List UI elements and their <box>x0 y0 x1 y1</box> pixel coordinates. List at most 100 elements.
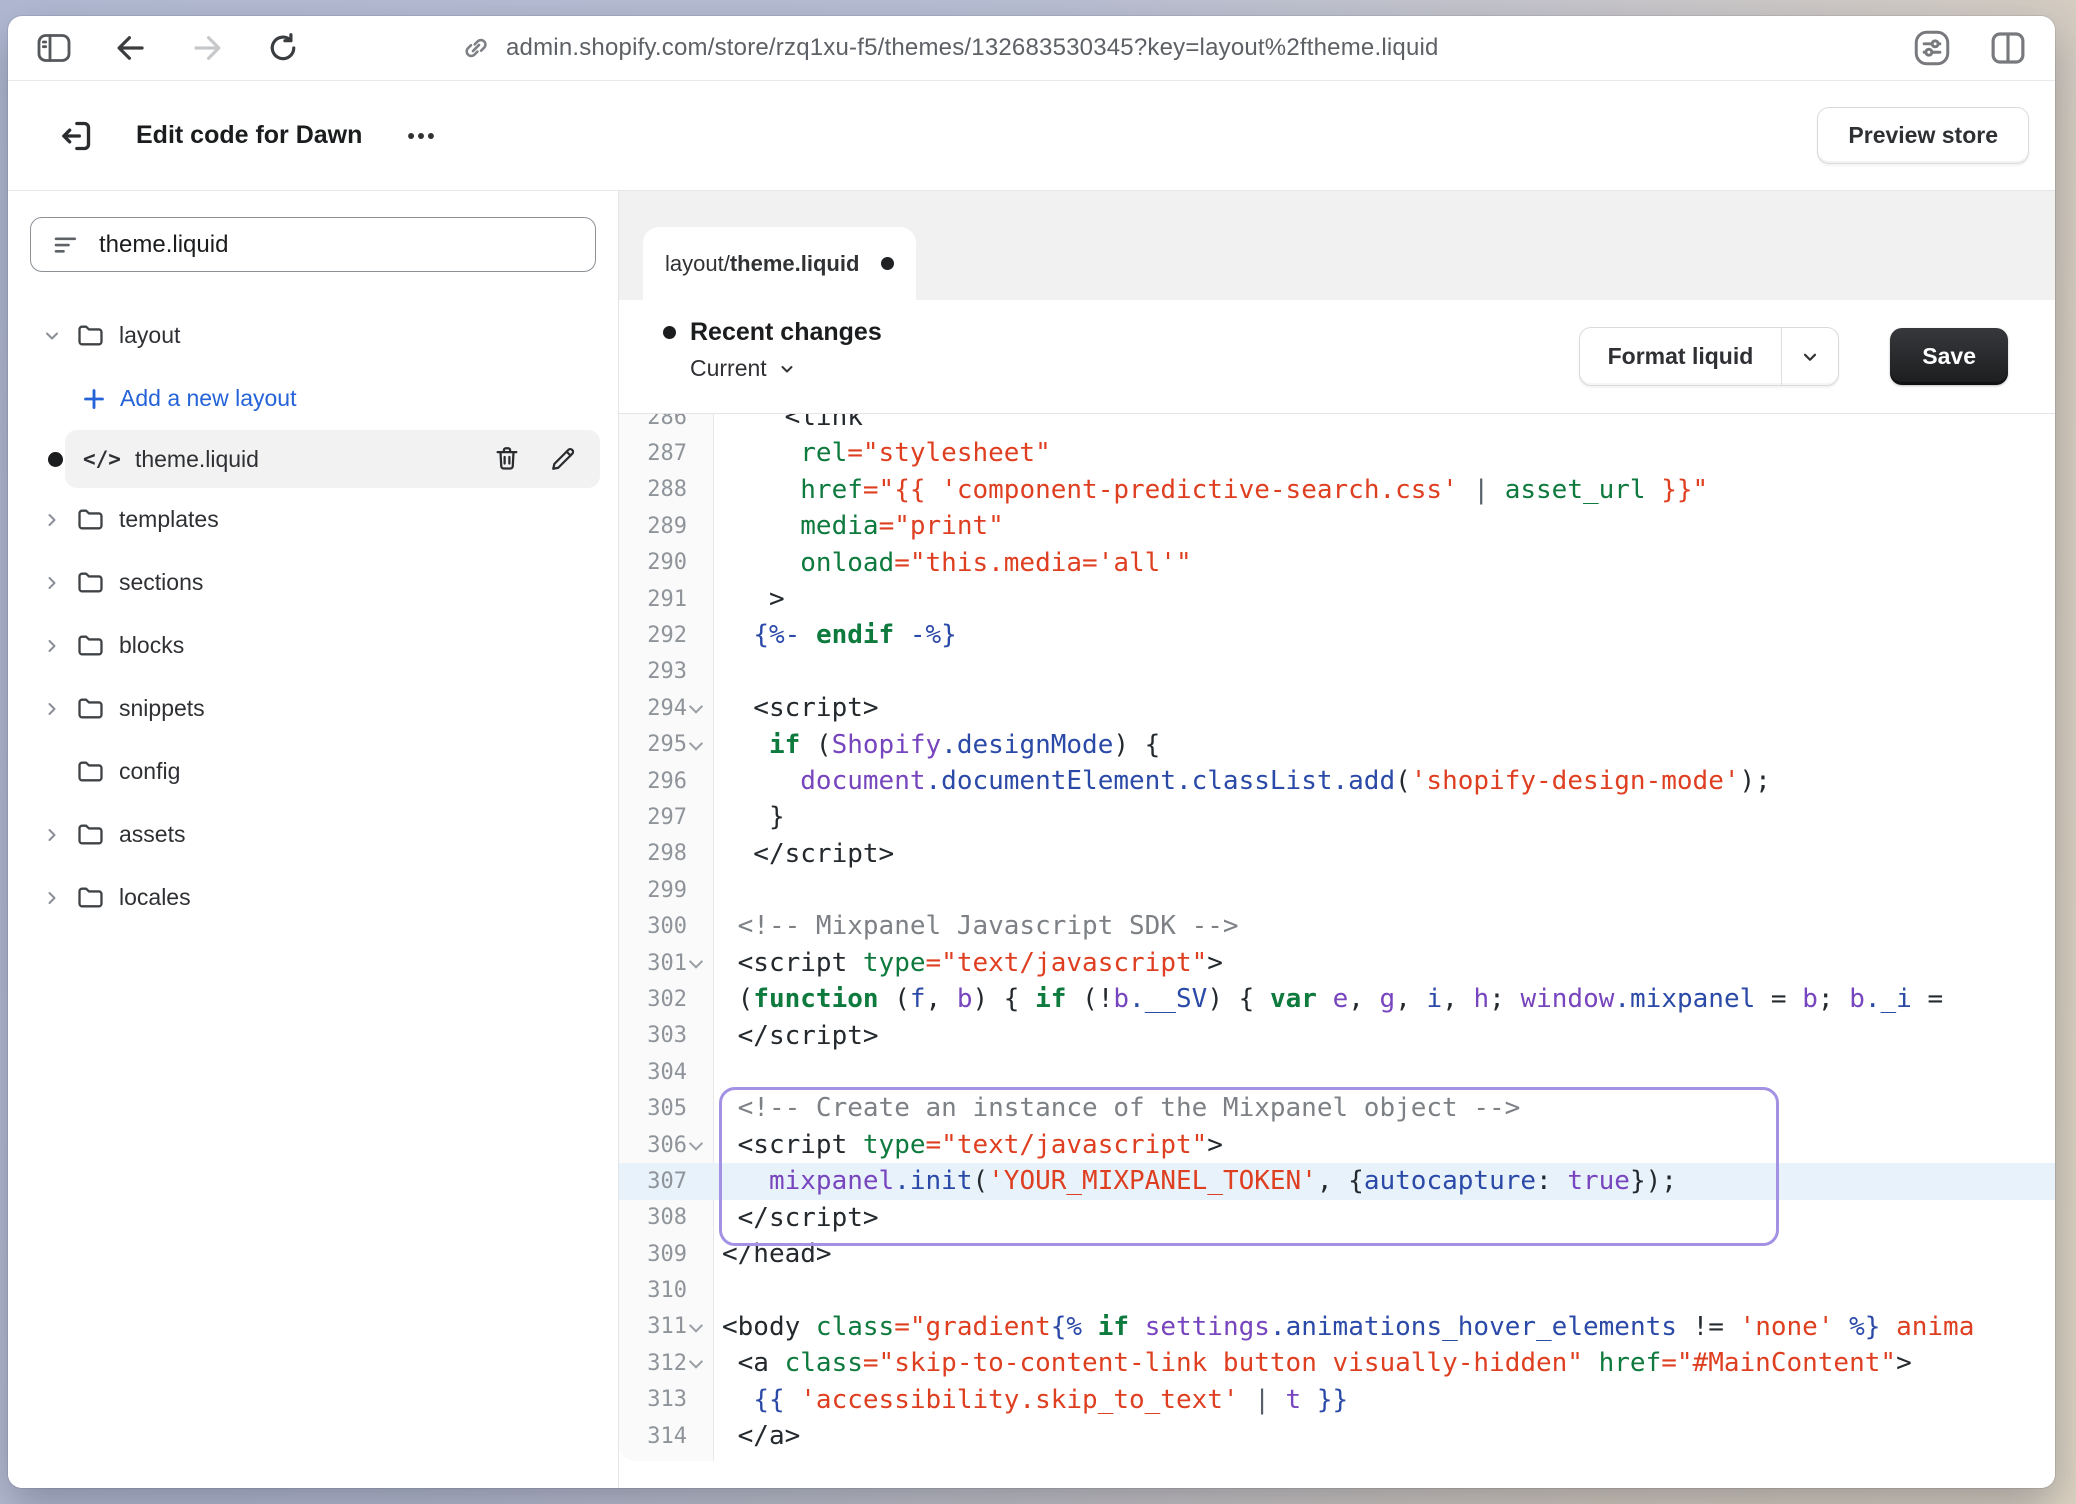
format-liquid-button[interactable]: Format liquid <box>1579 327 1840 386</box>
sidebar-folder-blocks[interactable]: blocks <box>8 614 618 677</box>
fold-toggle <box>687 590 705 608</box>
code-text[interactable]: </script> <box>714 1018 879 1054</box>
code-line-308[interactable]: 308 </script> <box>619 1200 2055 1236</box>
action-label: Add a new layout <box>120 385 296 412</box>
code-line-287[interactable]: 287 rel="stylesheet" <box>619 435 2055 471</box>
code-line-300[interactable]: 300 <!-- Mixpanel Javascript SDK --> <box>619 908 2055 944</box>
code-text[interactable]: <body class="gradient{% if settings.anim… <box>714 1309 1974 1345</box>
code-line-309[interactable]: 309</head> <box>619 1236 2055 1272</box>
code-text[interactable]: </script> <box>714 1200 879 1236</box>
code-line-290[interactable]: 290 onload="this.media='all'" <box>619 545 2055 581</box>
folder-label: snippets <box>119 695 205 722</box>
line-number: 297 <box>647 805 687 830</box>
extensions-icon[interactable] <box>1911 27 1953 69</box>
code-line-307[interactable]: 307 mixpanel.init('YOUR_MIXPANEL_TOKEN',… <box>619 1163 2055 1199</box>
code-line-286[interactable]: 286 <link <box>619 414 2055 435</box>
code-editor: layout/theme.liquid Recent changes Curre… <box>619 191 2055 1488</box>
code-text[interactable]: <link <box>714 414 863 435</box>
split-view-icon[interactable] <box>1987 27 2029 69</box>
fold-toggle[interactable] <box>687 1354 705 1372</box>
code-line-294[interactable]: 294 <script> <box>619 690 2055 726</box>
fold-toggle[interactable] <box>687 699 705 717</box>
tab-theme-liquid[interactable]: layout/theme.liquid <box>643 227 916 300</box>
file-search-box[interactable] <box>30 217 596 272</box>
sidebar-file-theme-liquid[interactable]: </>theme.liquid <box>8 430 618 488</box>
sidebar-folder-sections[interactable]: sections <box>8 551 618 614</box>
code-line-313[interactable]: 313 {{ 'accessibility.skip_to_text' | t … <box>619 1382 2055 1418</box>
code-text[interactable]: {%- endif -%} <box>714 617 957 653</box>
sidebar-folder-layout[interactable]: layout <box>8 304 618 367</box>
folder-label: templates <box>119 506 219 533</box>
code-line-302[interactable]: 302 (function (f, b) { if (!b.__SV) { va… <box>619 981 2055 1017</box>
code-line-295[interactable]: 295 if (Shopify.designMode) { <box>619 727 2055 763</box>
code-text[interactable]: rel="stylesheet" <box>714 435 1051 471</box>
version-dropdown[interactable]: Current <box>690 355 882 382</box>
code-text[interactable]: > <box>714 581 785 617</box>
format-liquid-caret[interactable] <box>1781 328 1838 385</box>
code-line-289[interactable]: 289 media="print" <box>619 508 2055 544</box>
code-line-301[interactable]: 301 <script type="text/javascript"> <box>619 945 2055 981</box>
overflow-menu-icon[interactable] <box>404 119 438 153</box>
code-text[interactable]: onload="this.media='all'" <box>714 545 1192 581</box>
exit-editor-icon[interactable] <box>56 116 96 156</box>
code-text[interactable]: href="{{ 'component-predictive-search.cs… <box>714 472 1708 508</box>
code-text[interactable]: } <box>714 799 785 835</box>
selected-file-pill[interactable]: </>theme.liquid <box>65 430 600 488</box>
forward-icon[interactable] <box>188 29 226 67</box>
code-line-303[interactable]: 303 </script> <box>619 1018 2055 1054</box>
fold-toggle[interactable] <box>687 736 705 754</box>
code-text[interactable]: <script> <box>714 690 879 726</box>
code-line-304[interactable]: 304 <box>619 1054 2055 1090</box>
sidebar-folder-snippets[interactable]: snippets <box>8 677 618 740</box>
code-line-299[interactable]: 299 <box>619 872 2055 908</box>
code-text[interactable]: <!-- Mixpanel Javascript SDK --> <box>714 908 1239 944</box>
code-line-297[interactable]: 297 } <box>619 799 2055 835</box>
sidebar-folder-templates[interactable]: templates <box>8 488 618 551</box>
line-number: 312 <box>647 1351 687 1376</box>
code-text[interactable]: </head> <box>714 1236 832 1272</box>
code-text[interactable]: </a> <box>714 1418 800 1454</box>
save-button[interactable]: Save <box>1890 328 2008 385</box>
preview-store-button[interactable]: Preview store <box>1817 107 2029 164</box>
code-area[interactable]: 286 <link287 rel="stylesheet"288 href="{… <box>619 414 2055 1488</box>
code-line-305[interactable]: 305 <!-- Create an instance of the Mixpa… <box>619 1090 2055 1126</box>
rename-file-button[interactable] <box>548 444 578 474</box>
fold-toggle[interactable] <box>687 954 705 972</box>
fold-chevron-icon <box>689 1355 703 1369</box>
code-text[interactable]: <a class="skip-to-content-link button vi… <box>714 1345 1912 1381</box>
code-line-311[interactable]: 311<body class="gradient{% if settings.a… <box>619 1309 2055 1345</box>
sidebar-folder-locales[interactable]: locales <box>8 866 618 929</box>
code-line-312[interactable]: 312 <a class="skip-to-content-link butto… <box>619 1345 2055 1381</box>
code-text[interactable]: {{ 'accessibility.skip_to_text' | t }} <box>714 1382 1348 1418</box>
code-text[interactable]: if (Shopify.designMode) { <box>714 727 1160 763</box>
code-text[interactable]: <!-- Create an instance of the Mixpanel … <box>714 1090 1520 1126</box>
search-input[interactable] <box>97 230 575 260</box>
code-text[interactable]: <script type="text/javascript"> <box>714 1127 1223 1163</box>
code-line-298[interactable]: 298 </script> <box>619 836 2055 872</box>
code-line-288[interactable]: 288 href="{{ 'component-predictive-searc… <box>619 472 2055 508</box>
back-icon[interactable] <box>112 29 150 67</box>
fold-toggle[interactable] <box>687 1136 705 1154</box>
code-text[interactable]: <script type="text/javascript"> <box>714 945 1223 981</box>
sidebar-folder-assets[interactable]: assets <box>8 803 618 866</box>
code-text[interactable]: media="print" <box>714 508 1004 544</box>
code-text[interactable]: document.documentElement.classList.add('… <box>714 763 1771 799</box>
code-line-293[interactable]: 293 <box>619 654 2055 690</box>
code-line-296[interactable]: 296 document.documentElement.classList.a… <box>619 763 2055 799</box>
sidebar-toggle-icon[interactable] <box>34 28 74 68</box>
code-line-291[interactable]: 291 > <box>619 581 2055 617</box>
code-text[interactable]: (function (f, b) { if (!b.__SV) { var e,… <box>714 981 1943 1017</box>
code-line-314[interactable]: 314 </a> <box>619 1418 2055 1454</box>
reload-icon[interactable] <box>264 29 302 67</box>
code-line-310[interactable]: 310 <box>619 1272 2055 1308</box>
code-text[interactable]: mixpanel.init('YOUR_MIXPANEL_TOKEN', {au… <box>714 1163 1677 1199</box>
address-bar[interactable]: admin.shopify.com/store/rzq1xu-f5/themes… <box>460 16 1439 80</box>
code-line-292[interactable]: 292 {%- endif -%} <box>619 617 2055 653</box>
code-text[interactable]: </script> <box>714 836 894 872</box>
delete-file-button[interactable] <box>492 444 522 474</box>
code-line-306[interactable]: 306 <script type="text/javascript"> <box>619 1127 2055 1163</box>
sidebar-folder-config[interactable]: config <box>8 740 618 803</box>
chevron-right-icon <box>42 509 62 531</box>
sidebar-action-add-a-new-layout[interactable]: Add a new layout <box>8 367 618 430</box>
fold-toggle[interactable] <box>687 1318 705 1336</box>
